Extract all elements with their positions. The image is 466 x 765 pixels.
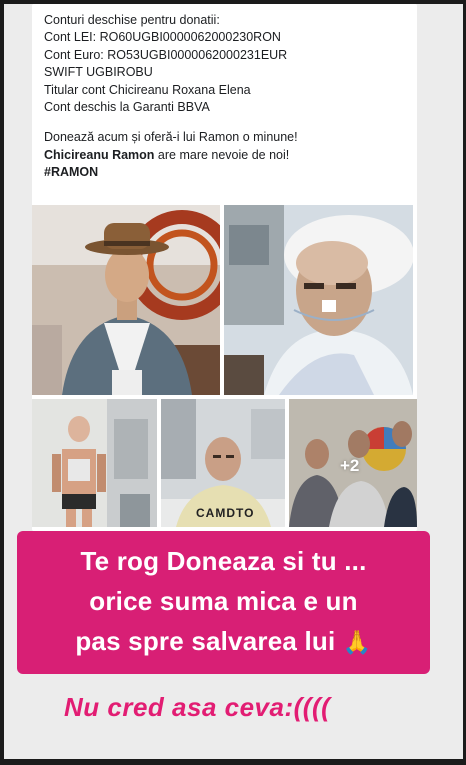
name-rest: are mare nevoie de noi! <box>154 147 290 162</box>
shirt-text: CAMDTO <box>196 506 255 520</box>
photo-hospital-bed[interactable] <box>224 205 413 395</box>
praying-hands-icon: 🙏 <box>342 629 372 655</box>
photo-bed-shirt[interactable]: CAMDTO <box>161 399 285 527</box>
swift-code: SWIFT UGBIROBU <box>44 65 153 80</box>
account-holder: Titular cont Chicireanu Roxana Elena <box>44 82 251 97</box>
post-text: Conturi deschise pentru donatii: Cont LE… <box>44 12 414 182</box>
banner-line-1: Te rog Doneaza si tu ... <box>80 546 367 576</box>
banner-line-3: pas spre salvarea lui 🙏 <box>17 621 430 662</box>
donation-banner: Te rog Doneaza si tu ... orice suma mica… <box>17 531 430 674</box>
name-bold: Chicireanu Ramon <box>44 147 155 162</box>
photo-hospital-illustration <box>224 205 413 395</box>
hashtag[interactable]: #RAMON <box>44 164 414 181</box>
bank-name: Cont deschis la Garanti BBVA <box>44 100 210 115</box>
appeal-text: Donează acum și oferă-i lui Ramon o minu… <box>44 130 298 145</box>
accounts-heading: Conturi deschise pentru donatii: <box>44 13 220 27</box>
post-card[interactable]: Conturi deschise pentru donatii: Cont LE… <box>32 4 417 531</box>
photo-chef-illustration <box>32 205 220 395</box>
more-photos-count[interactable]: +2 <box>340 456 359 476</box>
banner-line-3-text: pas spre salvarea lui <box>75 626 336 656</box>
frame-bottom <box>0 759 466 765</box>
photo-standing[interactable] <box>32 399 157 527</box>
name-line: Chicireanu Ramon are mare nevoie de noi! <box>44 147 414 164</box>
photo-chef[interactable] <box>32 205 220 395</box>
story-caption: Nu cred asa ceva:(((( <box>64 692 331 722</box>
account-lei: Cont LEI: RO60UGBI0000062000230RON <box>44 30 281 45</box>
frame-left <box>0 0 4 765</box>
account-euro: Cont Euro: RO53UGBI0000062000231EUR <box>44 47 288 62</box>
banner-line-2: orice suma mica e un <box>89 586 358 616</box>
banner-text: Te rog Doneaza si tu ... orice suma mica… <box>17 541 430 662</box>
photo-standing-illustration <box>32 399 157 527</box>
